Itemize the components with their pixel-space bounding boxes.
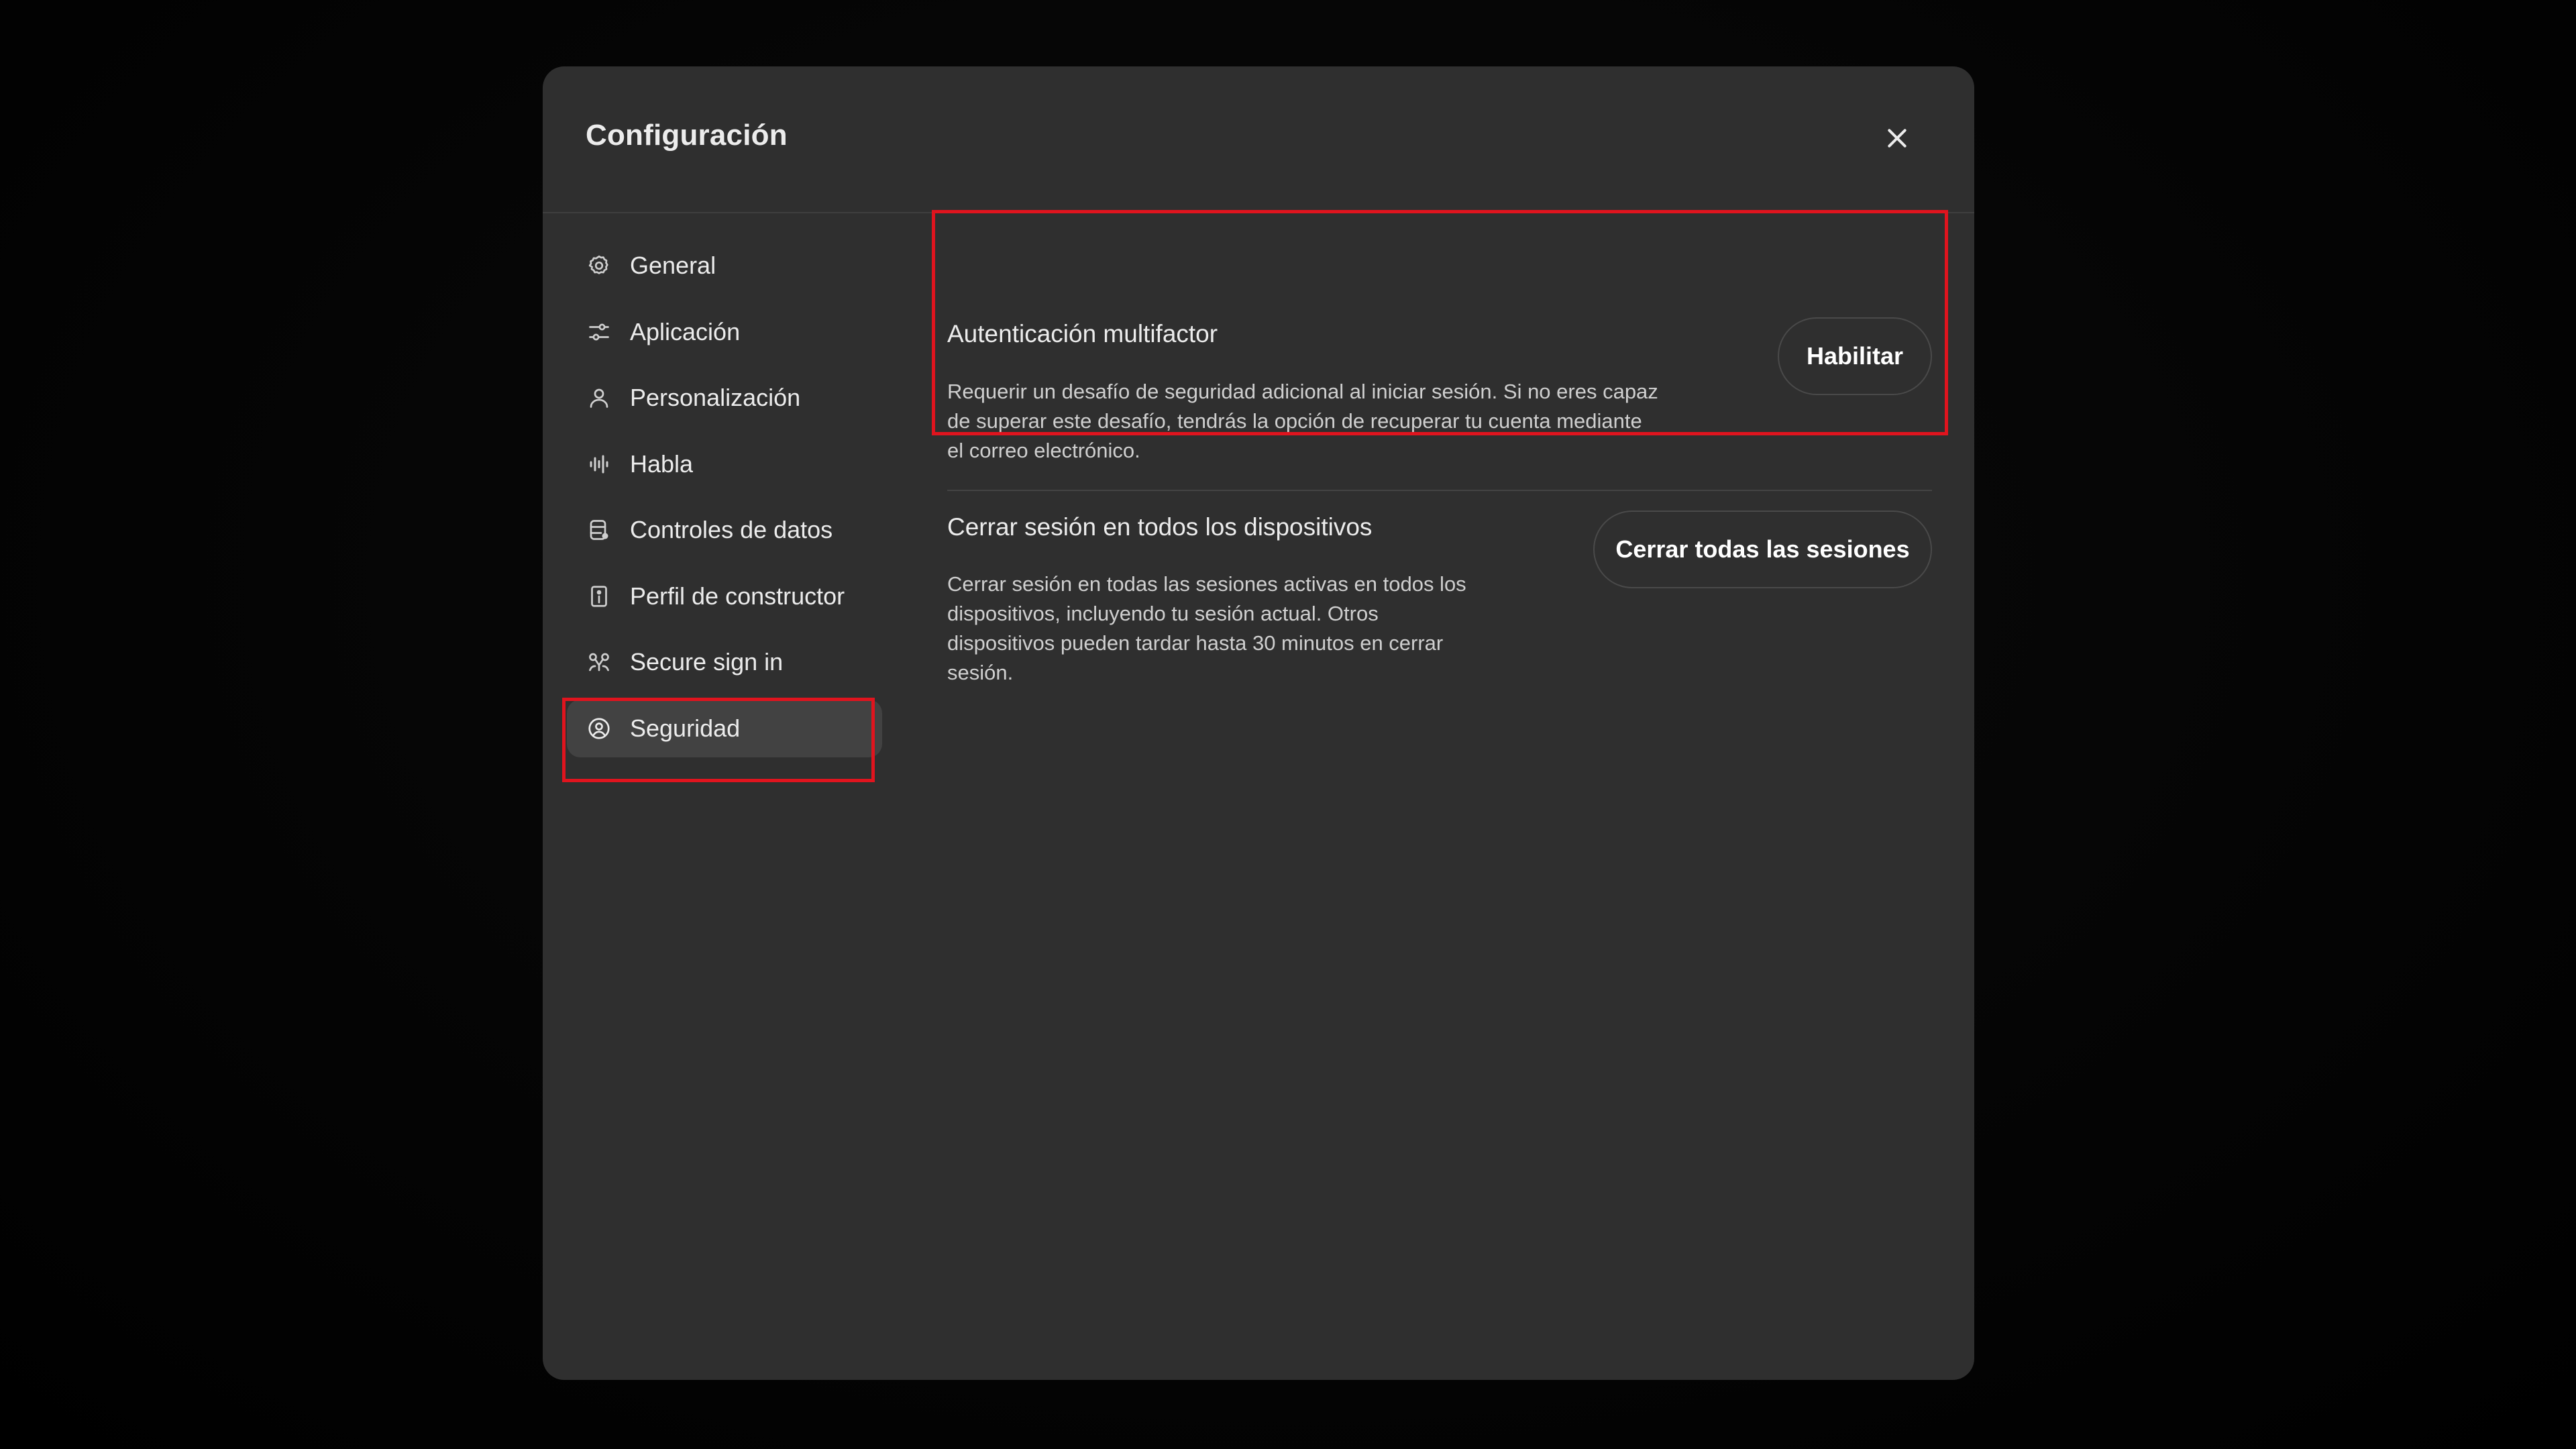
sidebar-item-aplicacion[interactable]: Aplicación — [567, 303, 882, 361]
sliders-icon — [586, 319, 612, 345]
waveform-icon — [586, 451, 612, 478]
mfa-description-line: el correo electrónico. — [947, 439, 1140, 462]
gear-icon — [586, 252, 612, 279]
mfa-description: Requerir un desafío de seguridad adicion… — [947, 377, 1685, 466]
sidebar-item-label: Seguridad — [630, 714, 741, 742]
logout-all-description-line: dispositivos pueden tardar hasta 30 minu… — [947, 631, 1444, 655]
close-button[interactable] — [1878, 119, 1917, 158]
sidebar-item-seguridad[interactable]: Seguridad — [567, 699, 882, 757]
logout-all-title: Cerrar sesión en todos los dispositivos — [947, 513, 1373, 541]
shield-user-icon — [586, 715, 612, 742]
user-icon — [586, 384, 612, 411]
sidebar-item-label: General — [630, 252, 716, 279]
mfa-description-line: de superar este desafío, tendrás la opci… — [947, 409, 1642, 433]
sidebar-item-habla[interactable]: Habla — [567, 435, 882, 493]
sidebar-item-controles-de-datos[interactable]: Controles de datos — [567, 501, 882, 559]
database-icon — [586, 517, 612, 543]
sidebar-item-personalizacion[interactable]: Personalización — [567, 369, 882, 427]
section-divider — [947, 490, 1932, 491]
sidebar-item-label: Aplicación — [630, 317, 741, 345]
sidebar-item-label: Controles de datos — [630, 516, 833, 543]
dialog-header: Configuración — [543, 66, 1974, 213]
mfa-title: Autenticación multifactor — [947, 320, 1218, 347]
settings-dialog: Configuración General Aplicación Persona… — [543, 66, 1974, 1380]
settings-sidebar: General Aplicación Personalización Habla… — [567, 237, 882, 765]
enable-mfa-button[interactable]: Habilitar — [1778, 317, 1932, 395]
sidebar-item-label: Personalización — [630, 384, 801, 411]
mfa-setting: Autenticación multifactor Requerir un de… — [947, 213, 1932, 462]
sidebar-item-label: Habla — [630, 449, 694, 478]
logout-all-description: Cerrar sesión en todas las sesiones acti… — [947, 570, 1511, 688]
id-card-icon — [586, 583, 612, 610]
logout-all-description-line: Cerrar sesión en todas las sesiones acti… — [947, 572, 1466, 596]
sidebar-item-general[interactable]: General — [567, 237, 882, 294]
logout-all-description-line: dispositivos, incluyendo tu sesión actua… — [947, 602, 1379, 625]
network-icon — [586, 649, 612, 676]
sidebar-item-secure-sign-in[interactable]: Secure sign in — [567, 633, 882, 691]
mfa-description-line: Requerir un desafío de seguridad adicion… — [947, 380, 1658, 403]
dialog-title: Configuración — [586, 119, 788, 152]
sidebar-item-label: Secure sign in — [630, 648, 784, 676]
sidebar-item-label: Perfil de constructor — [630, 582, 845, 610]
logout-all-description-line: sesión. — [947, 661, 1014, 684]
logout-all-sessions-button[interactable]: Cerrar todas las sesiones — [1593, 511, 1932, 588]
close-icon — [1884, 125, 1911, 152]
sidebar-item-perfil-de-constructor[interactable]: Perfil de constructor — [567, 568, 882, 625]
